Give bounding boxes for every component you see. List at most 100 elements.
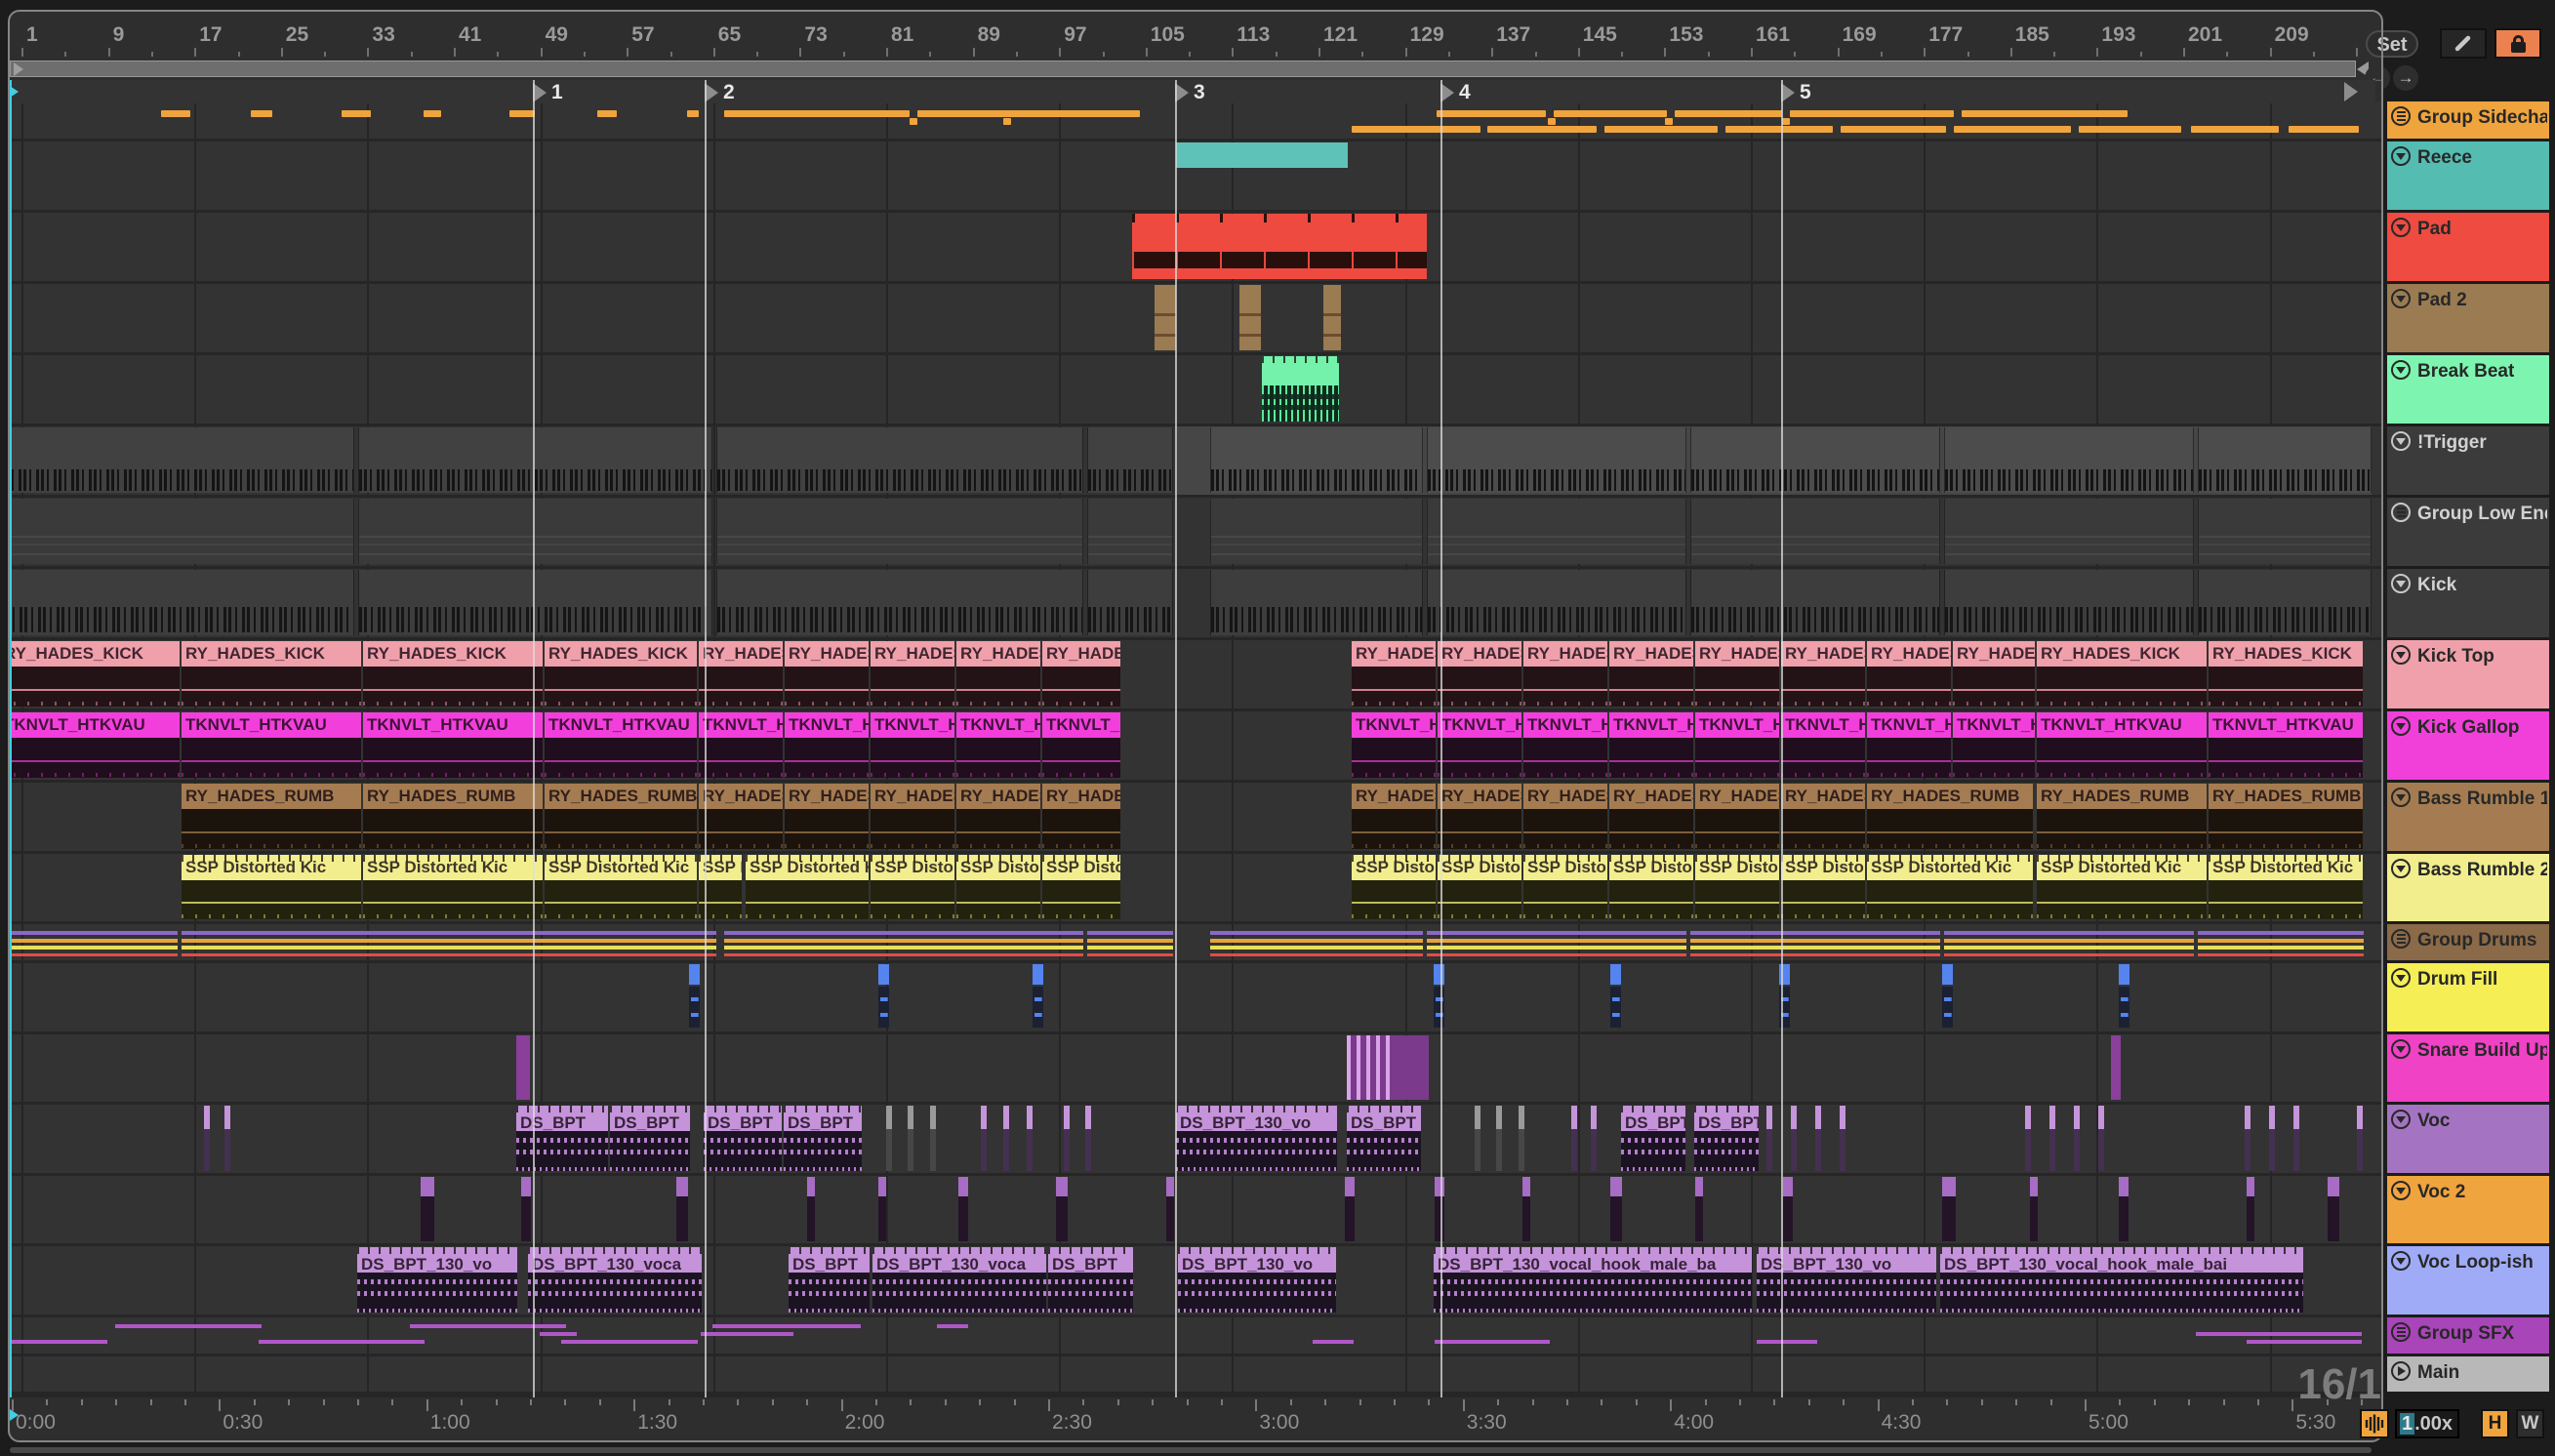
audio-clip[interactable]: RY_HADES_KICK bbox=[1438, 641, 1521, 707]
audio-clip[interactable]: RY_HADES_KICK bbox=[699, 641, 783, 707]
track-header-voc[interactable]: Voc bbox=[2387, 1105, 2549, 1173]
vocal-clip[interactable]: DS_BPT_130_voca bbox=[528, 1247, 702, 1313]
stab-clip[interactable] bbox=[2293, 1106, 2299, 1171]
audio-clip[interactable]: RY_HADES_KICK bbox=[871, 641, 954, 707]
stab-clip[interactable] bbox=[1003, 1106, 1009, 1171]
voc2-clip[interactable] bbox=[1522, 1177, 1530, 1241]
sfx-mini-clip[interactable] bbox=[2247, 1340, 2362, 1344]
vocal-clip[interactable]: DS_BPT_130_vocal_hook_male_bai bbox=[1940, 1247, 2303, 1313]
group-drums-clip[interactable] bbox=[724, 926, 1083, 958]
sfx-mini-clip[interactable] bbox=[1313, 1340, 1354, 1344]
voc2-clip[interactable] bbox=[521, 1177, 531, 1241]
lane-voc-2[interactable] bbox=[10, 1176, 2381, 1243]
voc2-clip[interactable] bbox=[676, 1177, 688, 1241]
sfx-mini-clip[interactable] bbox=[10, 1340, 107, 1344]
stab-clip[interactable] bbox=[2269, 1106, 2275, 1171]
kick-clip[interactable] bbox=[1210, 570, 1423, 635]
audio-clip[interactable]: TKNVLT_HTKVAU bbox=[1609, 712, 1693, 778]
stab-clip[interactable] bbox=[1519, 1106, 1524, 1171]
audio-clip[interactable]: SSP Distorted Kic bbox=[746, 855, 869, 919]
trigger-clip[interactable] bbox=[1087, 427, 1173, 493]
audio-clip[interactable]: RY_HADES_RUMB bbox=[1781, 784, 1865, 849]
mini-clip[interactable] bbox=[724, 110, 910, 117]
fold-arrow-icon[interactable] bbox=[2391, 716, 2411, 736]
sfx-mini-clip[interactable] bbox=[561, 1340, 698, 1344]
track-header-kick-gallop[interactable]: Kick Gallop bbox=[2387, 711, 2549, 780]
stab-clip[interactable] bbox=[1840, 1106, 1845, 1171]
track-header-reece[interactable]: Reece bbox=[2387, 142, 2549, 210]
lane-group-low-end[interactable] bbox=[10, 498, 2381, 566]
locator-row[interactable]: 1 2 3 4 5 bbox=[10, 80, 2375, 103]
track-header-pad-2[interactable]: Pad 2 bbox=[2387, 284, 2549, 352]
pad2-audio-clip[interactable] bbox=[1155, 285, 1176, 350]
audio-clip[interactable]: RY_HADES_RUMB bbox=[1042, 784, 1120, 849]
audio-clip[interactable]: RY_HADES_KICK bbox=[10, 641, 180, 707]
vocal-clip[interactable]: DS_BPT_130_vo bbox=[1176, 1106, 1337, 1171]
audio-clip[interactable]: RY_HADES_RUMB bbox=[956, 784, 1040, 849]
fold-arrow-icon[interactable] bbox=[2391, 968, 2411, 988]
mini-clip[interactable] bbox=[2289, 126, 2359, 133]
group-low-end-clip[interactable] bbox=[358, 499, 712, 564]
snare-buildup-clip[interactable] bbox=[1347, 1035, 1429, 1100]
drum-fill-clip[interactable] bbox=[1942, 964, 1953, 1030]
audio-clip[interactable]: RY_HADES_RUMB bbox=[1609, 784, 1693, 849]
fold-arrow-icon[interactable] bbox=[2391, 1110, 2411, 1129]
audio-clip[interactable]: SSP Distorted Kic bbox=[1781, 855, 1865, 919]
beat-ruler[interactable]: 1 9 17 25 33 41 49 57 65 73 81 89 97 105 113 121 129 137 1… bbox=[10, 12, 2375, 61]
vocal-clip[interactable]: DS_BPT bbox=[789, 1247, 870, 1313]
lane-drum-fill[interactable] bbox=[10, 963, 2381, 1031]
audio-clip[interactable]: RY_HADES_RUMB bbox=[182, 784, 361, 849]
fold-arrow-icon[interactable] bbox=[2391, 1181, 2411, 1200]
group-drums-clip[interactable] bbox=[182, 926, 716, 958]
group-drums-clip[interactable] bbox=[2198, 926, 2364, 958]
group-low-end-clip[interactable] bbox=[1690, 499, 1940, 564]
stab-clip[interactable] bbox=[1027, 1106, 1033, 1171]
stab-clip[interactable] bbox=[1591, 1106, 1597, 1171]
lane-reece[interactable] bbox=[10, 142, 2381, 210]
track-header-snare-build-up[interactable]: Snare Build Up bbox=[2387, 1034, 2549, 1102]
voc2-clip[interactable] bbox=[2247, 1177, 2254, 1241]
audio-clip[interactable]: TKNVLT_HTKVAU bbox=[1438, 712, 1521, 778]
locator-5[interactable]: 5 bbox=[1781, 81, 1811, 104]
stab-clip[interactable] bbox=[1475, 1106, 1480, 1171]
vocal-clip[interactable]: DS_BPT_130_vocal_hook_male_ba bbox=[1434, 1247, 1752, 1313]
drum-fill-clip[interactable] bbox=[1779, 964, 1790, 1030]
stab-clip[interactable] bbox=[2049, 1106, 2055, 1171]
mini-clip[interactable] bbox=[1487, 126, 1597, 133]
audio-clip[interactable]: RY_HADES_RUMB bbox=[1523, 784, 1607, 849]
time-ruler[interactable]: 0:00 0:30 1:00 1:30 2:00 2:30 3:00 3:30 4:00 4:30… bbox=[10, 1397, 2375, 1438]
fold-arrow-icon[interactable] bbox=[2391, 645, 2411, 665]
audio-clip[interactable]: RY_HADES_RUMB bbox=[2209, 784, 2363, 849]
audio-clip[interactable]: TKNVLT_HTKVAU bbox=[1523, 712, 1607, 778]
track-header-pad[interactable]: Pad bbox=[2387, 213, 2549, 281]
fold-arrow-icon[interactable] bbox=[2391, 289, 2411, 308]
drum-fill-clip[interactable] bbox=[878, 964, 889, 1030]
vocal-clip[interactable]: DS_BPT bbox=[704, 1106, 782, 1171]
mini-clip[interactable] bbox=[342, 110, 371, 117]
mini-clip[interactable] bbox=[1352, 126, 1480, 133]
group-icon[interactable] bbox=[2391, 1322, 2411, 1342]
drum-fill-clip[interactable] bbox=[2119, 964, 2129, 1030]
mini-clip[interactable] bbox=[424, 110, 441, 117]
fold-arrow-icon[interactable] bbox=[2391, 1039, 2411, 1059]
audio-clip[interactable]: RY_HADES_KICK bbox=[956, 641, 1040, 707]
track-header-kick[interactable]: Kick bbox=[2387, 569, 2549, 637]
audio-clip[interactable]: TKNVLT_HTKVAU bbox=[1953, 712, 2035, 778]
audio-clip[interactable]: TKNVLT_HTKVAU bbox=[785, 712, 869, 778]
fold-arrow-icon[interactable] bbox=[2391, 360, 2411, 380]
lane-voc-loop-ish[interactable]: DS_BPT_130_vo DS_BPT_130_voca DS_BPT DS_BPT… bbox=[10, 1246, 2381, 1314]
mini-clip[interactable] bbox=[251, 110, 272, 117]
stab-clip[interactable] bbox=[2025, 1106, 2031, 1171]
audio-clip[interactable]: SSP Distorted Kic bbox=[1438, 855, 1521, 919]
group-drums-clip[interactable] bbox=[1690, 926, 1940, 958]
vocal-clip[interactable]: DS_BPT bbox=[610, 1106, 690, 1171]
scrub-bar[interactable] bbox=[10, 61, 2369, 77]
vocal-clip[interactable]: DS_BPT_130_vo bbox=[1178, 1247, 1336, 1313]
trigger-clip[interactable] bbox=[1427, 427, 1686, 493]
reece-midi-clip[interactable] bbox=[1176, 142, 1348, 208]
mini-clip[interactable] bbox=[161, 110, 190, 117]
kick-clip[interactable] bbox=[1690, 570, 1940, 635]
mini-clip[interactable] bbox=[1675, 110, 1782, 117]
mini-clip[interactable] bbox=[509, 110, 535, 117]
stab-clip[interactable] bbox=[1791, 1106, 1797, 1171]
